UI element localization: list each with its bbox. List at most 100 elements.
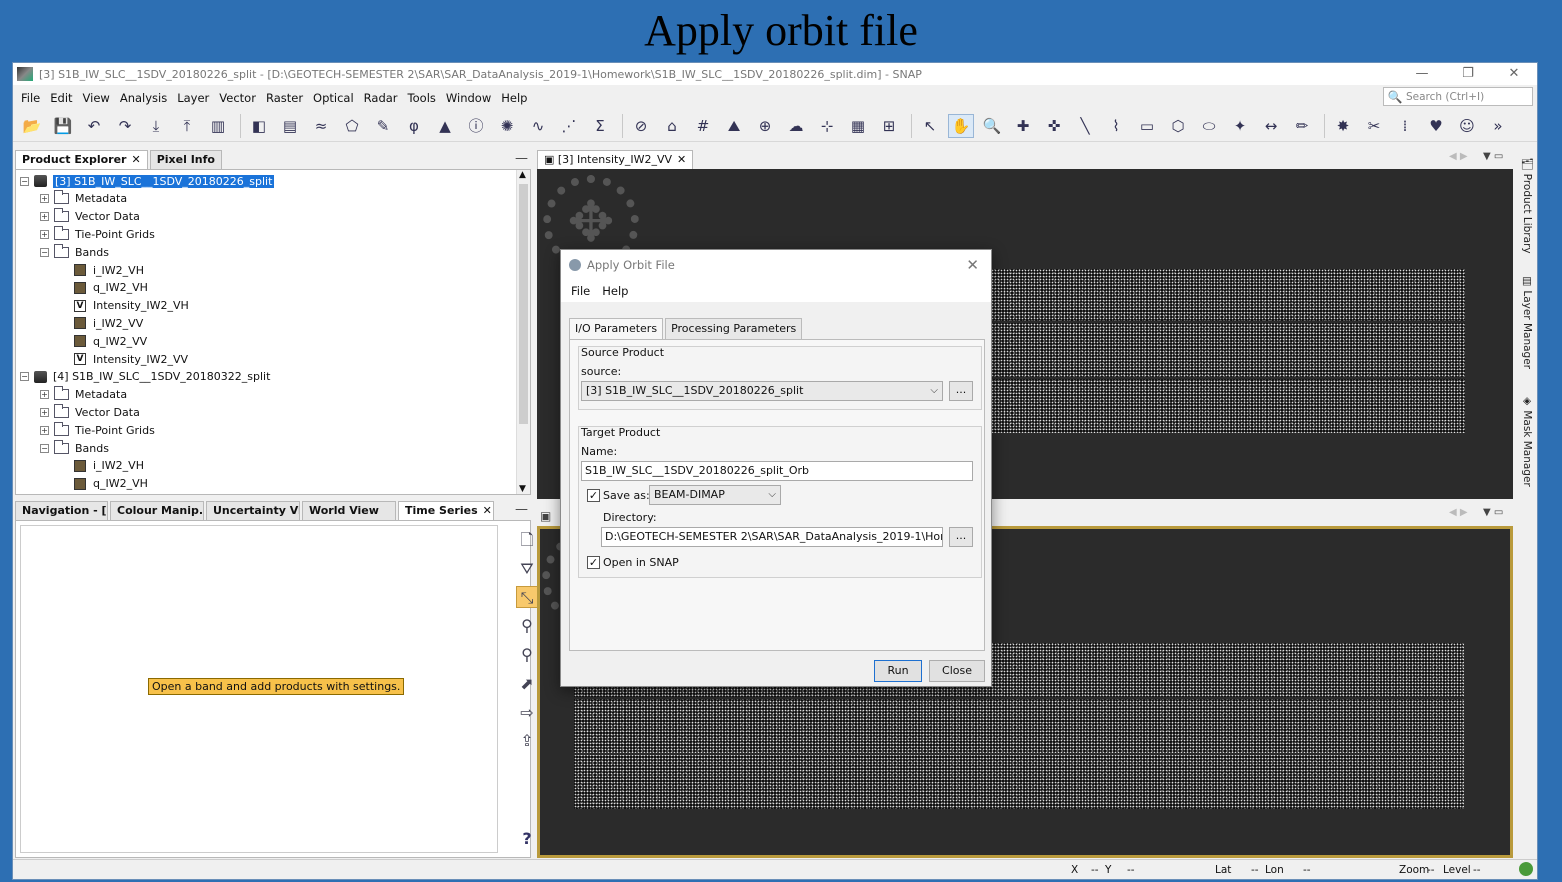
menu-optical[interactable]: Optical: [308, 91, 359, 105]
tree-item[interactable]: + Vector Data: [40, 208, 140, 226]
tree-scrollbar[interactable]: ▲ ▼: [516, 170, 530, 494]
import-icon[interactable]: ⤓: [143, 114, 169, 138]
open-in-snap-checkbox[interactable]: ✓: [587, 556, 600, 569]
gcp-icon[interactable]: ⊕: [752, 114, 778, 138]
close-icon[interactable]: ✕: [483, 504, 492, 517]
qr-icon[interactable]: ▦: [845, 114, 871, 138]
pan-tool-icon[interactable]: ✋: [948, 113, 974, 138]
scroll-left-icon[interactable]: ◀ ▶: [1449, 151, 1468, 162]
pin-icon[interactable]: ⚲: [516, 615, 538, 637]
edit-icon[interactable]: ✎: [370, 114, 396, 138]
wave-icon[interactable]: ≈: [308, 114, 334, 138]
menu-raster[interactable]: Raster: [261, 91, 308, 105]
more-icon[interactable]: »: [1485, 114, 1511, 138]
expand-icon[interactable]: +: [40, 194, 49, 204]
menu-view[interactable]: View: [78, 91, 115, 105]
tree-item[interactable]: q_IW2_VV: [74, 332, 147, 350]
orbit-icon[interactable]: ⊘: [628, 114, 654, 138]
tab-product-explorer[interactable]: Product Explorer ✕: [15, 150, 148, 169]
view-menu-icon[interactable]: ▼ ▭: [1483, 507, 1503, 518]
tab-navigation[interactable]: Navigation - [4...: [15, 501, 108, 520]
tree-item[interactable]: + Vector Data: [40, 403, 140, 421]
expand-icon[interactable]: +: [40, 407, 49, 417]
minimize-button[interactable]: —: [1399, 63, 1445, 85]
polygon-tool-icon[interactable]: ⬡: [1165, 114, 1191, 138]
export-icon[interactable]: ⤒: [174, 114, 200, 138]
tree-item[interactable]: − [3] S1B_IW_SLC__1SDV_20180226_split: [20, 172, 275, 190]
product-library-tab[interactable]: 🗂 Product Library: [1521, 157, 1534, 254]
menu-vector[interactable]: Vector: [214, 91, 261, 105]
browse-source-button[interactable]: ...: [949, 381, 973, 401]
tree-item[interactable]: i_IW2_VH: [74, 457, 144, 475]
pin-all-icon[interactable]: ⚲: [516, 644, 538, 666]
polyline-tool-icon[interactable]: ⌇: [1103, 114, 1129, 138]
expand-icon[interactable]: +: [40, 390, 49, 400]
target-name-input[interactable]: S1B_IW_SLC__1SDV_20180226_split_Orb: [581, 461, 973, 481]
binary-icon[interactable]: ⁞: [1392, 114, 1418, 138]
save-product-icon[interactable]: 💾: [50, 114, 76, 138]
menu-analysis[interactable]: Analysis: [115, 91, 172, 105]
tree-item[interactable]: i_IW2_VV: [74, 314, 143, 332]
tab-io-parameters[interactable]: I/O Parameters: [569, 318, 664, 339]
histogram-icon[interactable]: ▥: [205, 114, 231, 138]
magic-wand-icon[interactable]: ✦: [1227, 114, 1253, 138]
tree-item[interactable]: + Metadata: [40, 386, 127, 404]
sum-icon[interactable]: Σ: [587, 114, 613, 138]
search-input[interactable]: 🔍 Search (Ctrl+I): [1383, 87, 1533, 106]
information-icon[interactable]: ⓘ: [463, 114, 489, 138]
user-icon[interactable]: ☺: [1454, 114, 1480, 138]
tree-item[interactable]: + Tie-Point Grids: [40, 421, 155, 439]
pin-tool-icon[interactable]: ✚: [1010, 114, 1036, 138]
tree-item[interactable]: − Bands: [40, 243, 109, 261]
save-as-checkbox[interactable]: ✓: [587, 489, 600, 502]
minimize-panel-icon[interactable]: —: [515, 502, 528, 517]
upload-icon[interactable]: ⇪: [516, 730, 538, 752]
share-icon[interactable]: ⬈: [516, 673, 538, 695]
statistics-icon[interactable]: ▲: [432, 114, 458, 138]
dialog-menu-file[interactable]: File: [565, 284, 596, 298]
filter-icon[interactable]: ⛛: [516, 558, 538, 580]
collapse-icon[interactable]: −: [40, 443, 49, 453]
restore-button[interactable]: ❐: [1445, 63, 1491, 85]
tree-item[interactable]: − [4] S1B_IW_SLC__1SDV_20180322_split: [20, 368, 270, 386]
scroll-thumb[interactable]: [519, 184, 528, 424]
range-finder-icon[interactable]: ↔: [1258, 114, 1284, 138]
close-icon[interactable]: ✕: [131, 153, 140, 166]
tree-item[interactable]: q_IW2_VH: [74, 279, 148, 297]
save-format-select[interactable]: BEAM-DIMAP ⌵: [649, 485, 781, 505]
expand-icon[interactable]: +: [40, 425, 49, 435]
tab-uncertainty[interactable]: Uncertainty Vi...: [206, 501, 300, 520]
redo-icon[interactable]: ↷: [112, 114, 138, 138]
tree-item[interactable]: q_IW2_VH: [74, 475, 148, 493]
run-button[interactable]: Run: [874, 660, 922, 682]
line-tool-icon[interactable]: ╲: [1072, 114, 1098, 138]
scroll-up-icon[interactable]: ▲: [519, 170, 526, 180]
minimize-panel-icon[interactable]: —: [515, 151, 528, 166]
menu-radar[interactable]: Radar: [359, 91, 403, 105]
view-menu-icon[interactable]: ▼ ▭: [1483, 151, 1503, 162]
collapse-icon[interactable]: −: [40, 247, 49, 257]
spectrum-icon[interactable]: φ: [401, 114, 427, 138]
open-product-icon[interactable]: 📂: [19, 114, 45, 138]
directory-input[interactable]: D:\GEOTECH-SEMESTER 2\SAR\SAR_DataAnalys…: [601, 527, 943, 547]
add-document-icon[interactable]: 🗋: [516, 529, 538, 551]
star-icon[interactable]: ✸: [1330, 114, 1356, 138]
expand-icon[interactable]: +: [40, 212, 49, 222]
collapse-icon[interactable]: −: [20, 176, 29, 186]
grid-icon[interactable]: #: [690, 114, 716, 138]
tree-item[interactable]: + Metadata: [40, 190, 127, 208]
tree-item[interactable]: V Intensity_IW2_VH: [74, 297, 189, 315]
ellipse-tool-icon[interactable]: ⬭: [1196, 114, 1222, 138]
scroll-down-icon[interactable]: ▼: [519, 484, 526, 494]
cursor-sync-icon[interactable]: ⤡: [516, 586, 538, 608]
select-tool-icon[interactable]: ↖: [917, 114, 943, 138]
scroll-left-icon[interactable]: ◀ ▶: [1449, 507, 1468, 518]
tab-world-view[interactable]: World View: [302, 501, 396, 520]
menu-window[interactable]: Window: [441, 91, 496, 105]
collapse-icon[interactable]: −: [20, 372, 29, 382]
tree-item[interactable]: − Bands: [40, 439, 109, 457]
rectangle-tool-icon[interactable]: ▭: [1134, 114, 1160, 138]
cloud-icon[interactable]: ☁: [783, 114, 809, 138]
band-maths-icon[interactable]: ▤: [277, 114, 303, 138]
scissors-icon[interactable]: ✂: [1361, 114, 1387, 138]
